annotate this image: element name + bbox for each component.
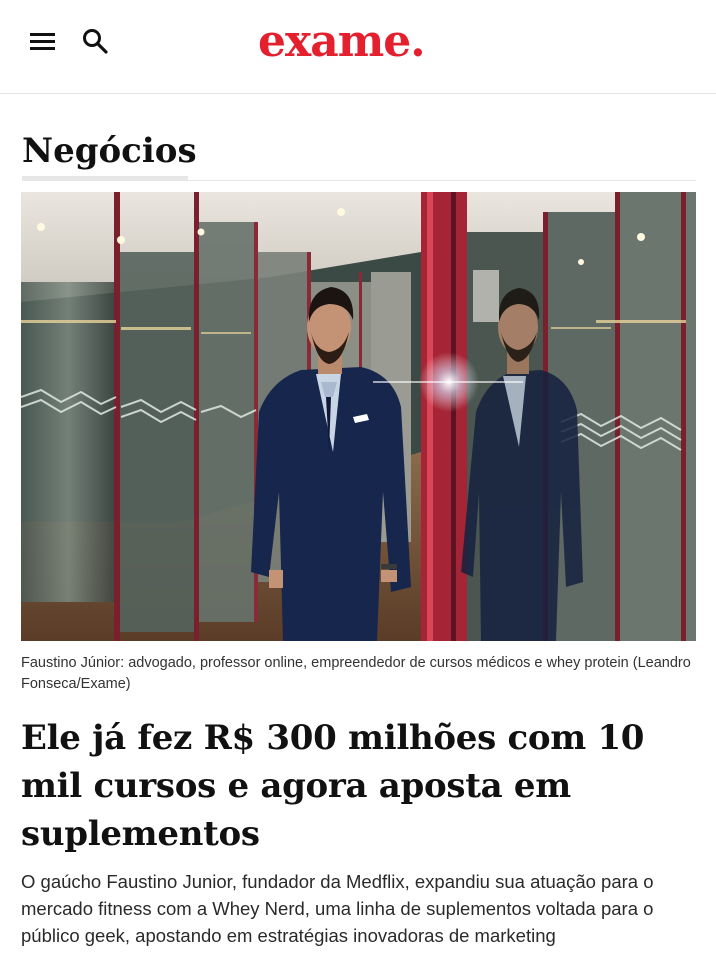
exame-logo[interactable]: exame.: [258, 14, 458, 70]
article-headline[interactable]: Ele já fez R$ 300 milhões com 10 mil cur…: [21, 714, 701, 858]
article-hero-image: [21, 192, 696, 641]
top-navigation-bar: exame.: [0, 0, 716, 94]
image-caption: Faustino Júnior: advogado, professor onl…: [21, 655, 691, 692]
search-icon[interactable]: [80, 26, 110, 56]
section-title[interactable]: Negócios: [22, 128, 197, 174]
section-divider: [22, 180, 696, 181]
article-summary: O gaúcho Faustino Junior, fundador da Me…: [21, 871, 654, 946]
hamburger-menu-icon[interactable]: [28, 26, 58, 56]
